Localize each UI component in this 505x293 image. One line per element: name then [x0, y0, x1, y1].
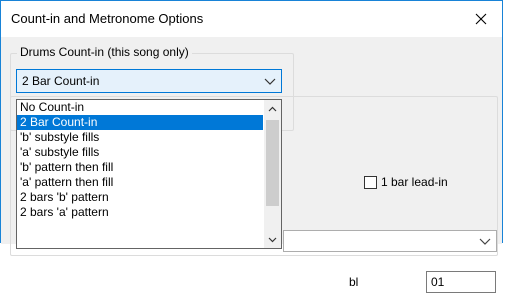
dialog-window: Count-in and Metronome Options Drums Cou…	[0, 0, 503, 293]
partial-number-value: 01	[431, 275, 445, 289]
chevron-up-icon	[268, 106, 277, 111]
close-icon	[475, 13, 487, 25]
close-button[interactable]	[466, 5, 496, 33]
dialog-title: Count-in and Metronome Options	[11, 11, 204, 26]
list-item[interactable]: 'a' substyle fills	[17, 145, 263, 160]
list-item[interactable]: 2 bars 'b' pattern	[17, 190, 263, 205]
drums-countin-dropdown[interactable]: 2 Bar Count-in	[16, 69, 282, 93]
list-item[interactable]: 2 bars 'a' pattern	[17, 205, 263, 220]
dialog-body: Drums Count-in (this song only) 1 bar le…	[1, 37, 502, 293]
lead-in-checkbox[interactable]: 1 bar lead-in	[364, 175, 448, 189]
chevron-down-icon	[479, 238, 491, 245]
secondary-dropdown[interactable]	[283, 230, 497, 252]
partial-number-field[interactable]: 01	[426, 271, 496, 293]
list-item[interactable]: 'b' substyle fills	[17, 130, 263, 145]
list-item[interactable]: 'a' pattern then fill	[17, 175, 263, 190]
scroll-thumb[interactable]	[266, 120, 279, 206]
scroll-down-button[interactable]	[264, 231, 281, 248]
list-item-selected[interactable]: 2 Bar Count-in	[17, 115, 263, 130]
lead-in-checkbox-box[interactable]	[364, 175, 377, 189]
chevron-down-icon	[264, 78, 276, 85]
lead-in-checkbox-label: 1 bar lead-in	[381, 175, 448, 189]
title-bar: Count-in and Metronome Options	[1, 1, 502, 37]
chevron-down-icon	[268, 237, 277, 242]
scroll-up-button[interactable]	[264, 100, 281, 117]
drums-countin-group-label: Drums Count-in (this song only)	[17, 45, 192, 59]
drums-countin-selected: 2 Bar Count-in	[22, 74, 100, 88]
list-scrollbar[interactable]	[264, 100, 281, 248]
partial-label: bl	[349, 275, 359, 289]
drums-countin-options-list[interactable]: No Count-in 2 Bar Count-in 'b' substyle …	[16, 99, 282, 249]
list-item[interactable]: 'b' pattern then fill	[17, 160, 263, 175]
list-item[interactable]: No Count-in	[17, 100, 263, 115]
